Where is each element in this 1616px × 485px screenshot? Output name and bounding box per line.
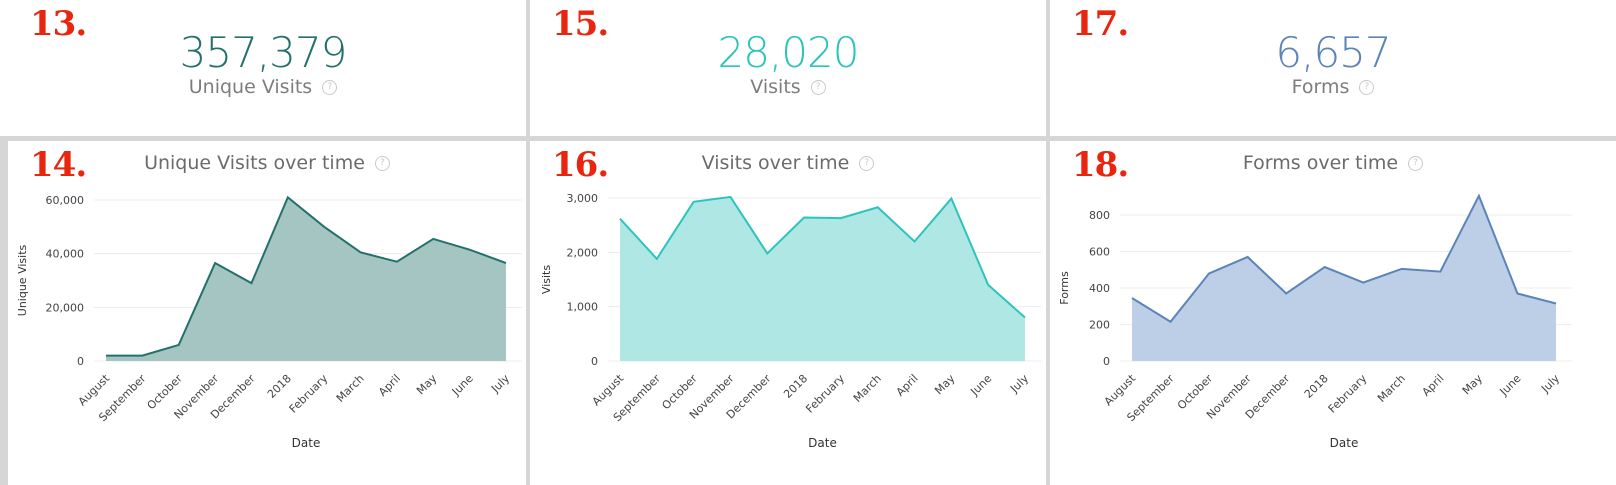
y-tick-label: 600 bbox=[1089, 246, 1110, 259]
stat-panel-visits: 15. 28,020 Visits? bbox=[530, 0, 1046, 136]
x-tick-label: August bbox=[590, 371, 627, 408]
x-tick-label: July bbox=[488, 372, 512, 396]
x-tick-label: 2018 bbox=[1302, 372, 1331, 401]
stat-label-row: Forms? bbox=[1050, 76, 1616, 98]
x-tick-label: June bbox=[449, 372, 476, 399]
y-tick-label: 0 bbox=[591, 355, 598, 368]
x-tick-label: February bbox=[287, 372, 331, 416]
y-tick-label: 1,000 bbox=[567, 301, 599, 314]
stat-value: 28,020 bbox=[717, 28, 860, 77]
x-tick-label: February bbox=[803, 372, 847, 416]
y-axis-label: Unique Visits bbox=[16, 244, 29, 316]
y-tick-label: 200 bbox=[1089, 319, 1110, 332]
x-tick-label: 2018 bbox=[265, 372, 294, 401]
stat-panel-forms: 17. 6,657 Forms? bbox=[1050, 0, 1616, 136]
visits-chart: 01,0002,0003,000AugustSeptemberOctoberNo… bbox=[540, 192, 1041, 450]
stat-label: Forms bbox=[1291, 76, 1350, 98]
x-tick-label: February bbox=[1326, 372, 1370, 416]
x-axis-label: Date bbox=[292, 436, 321, 450]
x-tick-label: July bbox=[1007, 372, 1031, 396]
y-tick-label: 60,000 bbox=[46, 194, 85, 207]
x-tick-label: April bbox=[894, 372, 921, 399]
x-tick-label: March bbox=[334, 372, 367, 405]
help-icon[interactable]: ? bbox=[322, 80, 338, 95]
x-tick-label: July bbox=[1538, 372, 1562, 396]
x-tick-label: August bbox=[1102, 371, 1139, 408]
x-tick-label: March bbox=[851, 372, 884, 405]
series-area bbox=[106, 197, 506, 361]
stat-label-row: Unique Visits? bbox=[0, 76, 526, 98]
y-axis-label: Visits bbox=[540, 265, 553, 294]
x-tick-label: April bbox=[376, 372, 403, 399]
chart-panel-visits: 16. Visits over time? 0 1,000 2,000 3,000 Au… bbox=[530, 141, 1046, 485]
unique-visits-chart: 020,00040,00060,000AugustSeptemberOctobe… bbox=[16, 194, 522, 450]
y-tick-label: 800 bbox=[1089, 209, 1110, 222]
stat-value: 357,379 bbox=[179, 28, 348, 77]
y-tick-label: 0 bbox=[1103, 355, 1110, 368]
chart-panel-unique-visits: 14. Unique Visits over time? 0 20,000 40,0… bbox=[8, 141, 526, 485]
x-tick-label: May bbox=[1460, 372, 1486, 398]
y-tick-label: 2,000 bbox=[567, 246, 599, 259]
help-icon[interactable]: ? bbox=[1359, 80, 1375, 95]
x-tick-label: 2018 bbox=[781, 372, 810, 401]
y-tick-label: 0 bbox=[77, 355, 84, 368]
help-icon[interactable]: ? bbox=[810, 80, 826, 95]
stat-label-row: Visits? bbox=[530, 76, 1046, 98]
stat-value: 6,657 bbox=[1275, 28, 1391, 77]
chart-panel-forms: 18. Forms over time? 0 200 400 600 800 August… bbox=[1050, 141, 1616, 485]
y-tick-label: 20,000 bbox=[46, 301, 85, 314]
x-tick-label: May bbox=[932, 372, 958, 398]
y-axis-label: Forms bbox=[1058, 271, 1071, 305]
y-tick-label: 40,000 bbox=[46, 248, 85, 261]
x-tick-label: April bbox=[1420, 372, 1447, 399]
stat-label: Unique Visits bbox=[188, 76, 313, 98]
x-tick-label: June bbox=[1497, 372, 1524, 399]
stat-label: Visits bbox=[750, 76, 801, 98]
x-tick-label: June bbox=[967, 372, 994, 399]
x-axis-label: Date bbox=[808, 436, 837, 450]
series-area bbox=[1132, 195, 1556, 361]
forms-chart: 0200400600800AugustSeptemberOctoberNovem… bbox=[1058, 193, 1572, 450]
x-tick-label: May bbox=[414, 372, 440, 398]
y-tick-label: 3,000 bbox=[567, 192, 599, 205]
x-axis-label: Date bbox=[1330, 436, 1359, 450]
y-tick-label: 400 bbox=[1089, 282, 1110, 295]
stat-panel-unique-visits: 13. 357,379 Unique Visits? bbox=[0, 0, 526, 136]
x-tick-label: March bbox=[1375, 372, 1408, 405]
